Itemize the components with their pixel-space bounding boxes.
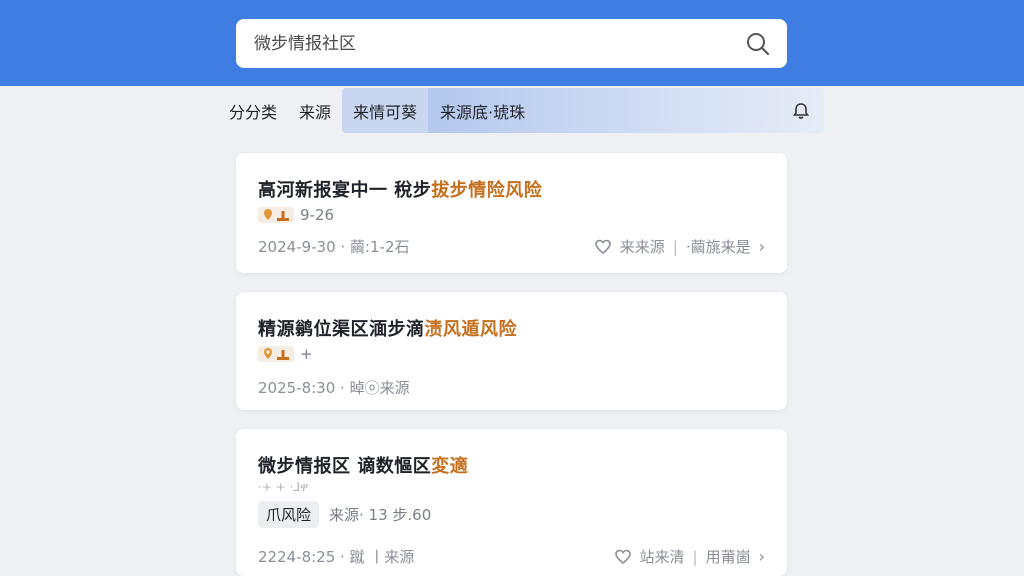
figure-icon <box>277 350 289 360</box>
card-date: 2024-9-30 · 繭:1-2石 <box>258 238 410 256</box>
pin-icon <box>264 348 272 359</box>
meta-value: ·+ + ·⅃ዋ <box>258 480 309 494</box>
chevron-right-icon[interactable]: › <box>759 237 765 256</box>
card-title-text: 精源鹟位渠区湎步滴 <box>258 319 425 340</box>
card-date: 2025-8:30 · 晫ⓞ来源 <box>258 379 410 397</box>
card-title[interactable]: 微步情报区 谪数慪区変適 <box>258 452 765 478</box>
category-tabs: 分分类 来源 来情可葵 来源底·琥珠 <box>218 88 824 133</box>
card-actions: 来来源 | ·繭旐来是 › <box>594 236 765 257</box>
card-actions: 站来清 | 用莆崮 › <box>614 546 765 567</box>
card-title-highlight: 渍风遁风险 <box>424 319 517 340</box>
meta-value: + <box>300 345 313 363</box>
intel-card[interactable]: 精源鹟位渠区湎步滴渍风遁风险 + 2025-8:30 · 晫ⓞ来源 <box>236 292 787 410</box>
risk-badge[interactable]: 爪风险 <box>258 501 320 528</box>
tab-group-active: 来源底·琥珠 <box>428 88 824 133</box>
action-more[interactable]: ·繭旐来是 <box>686 236 751 257</box>
card-title-text: 高河新报宴中一 稅步 <box>258 180 432 201</box>
bell-icon[interactable] <box>790 100 812 122</box>
card-meta: 9-26 <box>258 206 765 224</box>
card-source: 来源· 13 步.60 <box>329 506 432 524</box>
card-footer: 2224-8:25 · 蹴 丨来源 站来清 | 用莆崮 › <box>258 546 765 567</box>
search-box[interactable] <box>236 19 787 68</box>
intel-card[interactable]: 微步情报区 谪数慪区変適 ·+ + ·⅃ዋ 爪风险 来源· 13 步.60 22… <box>236 429 787 576</box>
top-header-bar <box>0 0 1024 86</box>
heart-icon[interactable] <box>614 548 632 566</box>
chevron-right-icon[interactable]: › <box>759 547 765 566</box>
card-meta: ·+ + ·⅃ዋ <box>258 480 765 495</box>
meta-value: 9-26 <box>300 206 335 224</box>
card-meta: + <box>258 345 765 363</box>
heart-icon[interactable] <box>594 238 612 256</box>
divider: | <box>692 547 698 566</box>
card-title[interactable]: 精源鹟位渠区湎步滴渍风遁风险 <box>258 315 765 341</box>
tab-source[interactable]: 来源 <box>288 88 342 133</box>
pin-icon <box>264 209 272 220</box>
tab-category[interactable]: 分分类 <box>218 88 288 133</box>
divider: | <box>672 237 678 256</box>
card-date: 2224-8:25 · 蹴 丨来源 <box>258 548 415 566</box>
card-footer: 2025-8:30 · 晫ⓞ来源 <box>258 377 765 398</box>
figure-icon <box>277 211 289 221</box>
card-title-highlight: 変適 <box>431 456 469 477</box>
tag-icons <box>258 346 294 362</box>
search-input[interactable] <box>254 33 745 54</box>
card-title[interactable]: 高河新报宴中一 稅步拔步情险风险 <box>258 176 765 202</box>
tab-fourth[interactable]: 来源底·琥珠 <box>440 99 525 123</box>
tag-icons <box>258 207 294 223</box>
action-more[interactable]: 用莆崮 <box>706 546 751 567</box>
card-title-text: 微步情报区 谪数慪区 <box>258 456 432 477</box>
intel-card[interactable]: 高河新报宴中一 稅步拔步情险风险 9-26 2024-9-30 · 繭:1-2石… <box>236 153 787 273</box>
card-tags-row: 爪风险 来源· 13 步.60 <box>258 501 765 528</box>
card-title-highlight: 拔步情险风险 <box>431 180 543 201</box>
search-icon[interactable] <box>745 31 771 57</box>
action-source[interactable]: 来来源 <box>620 236 665 257</box>
tab-third[interactable]: 来情可葵 <box>342 88 429 133</box>
card-footer: 2024-9-30 · 繭:1-2石 来来源 | ·繭旐来是 › <box>258 236 765 257</box>
action-source[interactable]: 站来清 <box>640 546 685 567</box>
